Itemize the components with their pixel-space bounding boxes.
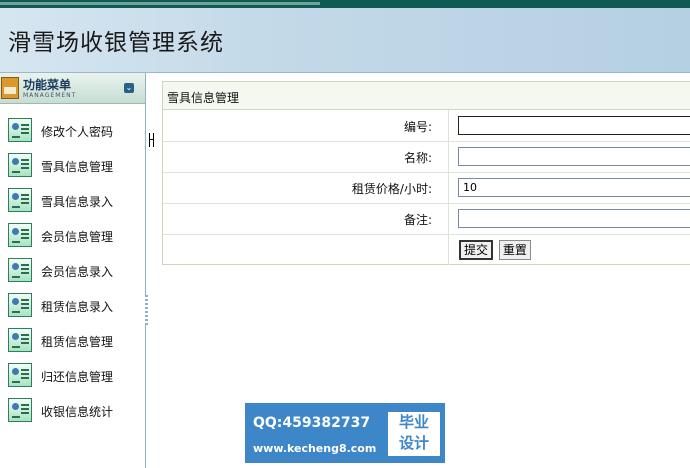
user-card-icon xyxy=(8,398,32,422)
top-strip xyxy=(0,0,690,8)
app-title: 滑雪场收银管理系统 xyxy=(8,30,224,56)
watermark-url: www.kecheng8.com xyxy=(253,442,377,455)
sidebar-item-ski-gear-manage[interactable]: 雪具信息管理 xyxy=(8,153,138,179)
watermark-badge-line1: 毕业 xyxy=(398,413,429,431)
form-panel: 雪具信息管理 编号: 名称: 租赁价格/小时: 备注: 提交 重置 xyxy=(162,81,690,265)
form-row-price: 租赁价格/小时: xyxy=(163,172,690,204)
panel-title: 雪具信息管理 xyxy=(167,91,240,105)
field-label: 租赁价格/小时: xyxy=(163,172,449,203)
actions-label-cell xyxy=(163,234,449,265)
user-card-icon xyxy=(8,328,32,352)
sidebar-subtitle: MANAGEMENT xyxy=(23,92,77,99)
sidebar-item-rental-manage[interactable]: 租赁信息管理 xyxy=(8,328,138,354)
user-card-icon xyxy=(8,118,32,142)
sidebar-item-change-password[interactable]: 修改个人密码 xyxy=(8,118,138,144)
field-label: 名称: xyxy=(163,141,449,172)
form-actions: 提交 重置 xyxy=(459,240,533,260)
sidebar-header: 功能菜单 MANAGEMENT ⌄ xyxy=(0,73,145,104)
sidebar-item-label: 租赁信息管理 xyxy=(41,335,114,349)
field-label: 编号: xyxy=(163,110,449,141)
sidebar-item-label: 修改个人密码 xyxy=(41,125,114,139)
user-card-icon xyxy=(8,188,32,212)
sidebar-item-label: 收银信息统计 xyxy=(41,405,114,419)
sidebar-splitter-handle[interactable] xyxy=(145,295,148,325)
user-card-icon xyxy=(8,293,32,317)
sidebar-item-ski-gear-entry[interactable]: 雪具信息录入 xyxy=(8,188,138,214)
form-row-actions: 提交 重置 xyxy=(163,234,690,265)
name-input[interactable] xyxy=(458,147,690,166)
user-card-icon xyxy=(8,223,32,247)
form-row-note: 备注: xyxy=(163,203,690,235)
menu-folder-icon xyxy=(1,77,19,99)
sidebar-item-label: 租赁信息录入 xyxy=(41,300,114,314)
user-card-icon xyxy=(8,363,32,387)
sidebar-item-cashier-stats[interactable]: 收银信息统计 xyxy=(8,398,138,424)
app-header: 滑雪场收银管理系统 xyxy=(0,8,690,73)
sidebar-item-label: 归还信息管理 xyxy=(41,370,114,384)
sidebar: 功能菜单 MANAGEMENT ⌄ 修改个人密码 雪具信息管理 雪具信息录入 会… xyxy=(0,73,146,468)
reset-button[interactable]: 重置 xyxy=(498,240,531,260)
watermark-badge: 毕业 设计 xyxy=(388,412,440,456)
watermark-badge-line2: 设计 xyxy=(398,434,429,452)
top-strip-highlight xyxy=(0,2,320,5)
sidebar-item-return-manage[interactable]: 归还信息管理 xyxy=(8,363,138,389)
collapse-chevron-icon[interactable]: ⌄ xyxy=(124,83,134,93)
text-cursor-icon xyxy=(149,133,154,147)
form-row-name: 名称: xyxy=(163,141,690,173)
sidebar-item-rental-entry[interactable]: 租赁信息录入 xyxy=(8,293,138,319)
watermark-qq: QQ:459382737 xyxy=(253,415,371,431)
sidebar-item-label: 雪具信息录入 xyxy=(41,195,114,209)
watermark-banner: QQ:459382737 www.kecheng8.com 毕业 设计 xyxy=(245,403,445,463)
submit-button[interactable]: 提交 xyxy=(459,240,494,260)
id-input[interactable] xyxy=(458,116,690,135)
sidebar-item-label: 雪具信息管理 xyxy=(41,160,114,174)
user-card-icon xyxy=(8,258,32,282)
panel-header: 雪具信息管理 xyxy=(163,82,690,110)
sidebar-title: 功能菜单 xyxy=(23,78,72,92)
sidebar-item-member-entry[interactable]: 会员信息录入 xyxy=(8,258,138,284)
note-input[interactable] xyxy=(458,209,690,228)
sidebar-item-label: 会员信息录入 xyxy=(41,265,114,279)
sidebar-item-member-manage[interactable]: 会员信息管理 xyxy=(8,223,138,249)
user-card-icon xyxy=(8,153,32,177)
field-label: 备注: xyxy=(163,203,449,234)
price-per-hour-input[interactable] xyxy=(458,178,690,197)
sidebar-item-label: 会员信息管理 xyxy=(41,230,114,244)
form-row-id: 编号: xyxy=(163,110,690,142)
